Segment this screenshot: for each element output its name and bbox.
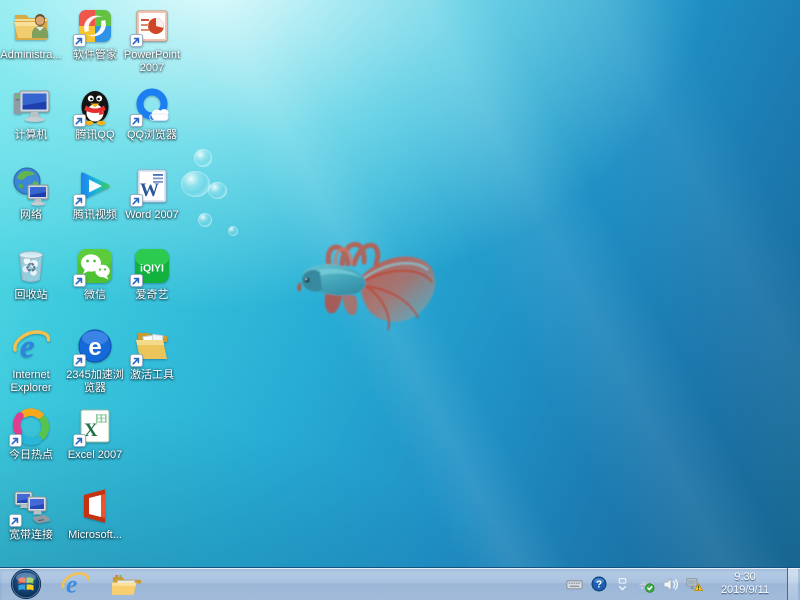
desktop-icon-label: Internet Explorer xyxy=(0,369,65,395)
desktop-icon-label: 爱奇艺 xyxy=(118,289,186,302)
desktop: Administra... 软件管家 PowerPoint 2007 计算机 腾… xyxy=(0,0,800,568)
user-folder-icon xyxy=(11,6,51,46)
activation-folder-icon xyxy=(132,326,172,366)
start-button[interactable] xyxy=(10,568,42,600)
network-icon xyxy=(11,166,51,206)
today-hotspot-icon xyxy=(11,406,51,446)
tencent-video-icon xyxy=(75,166,115,206)
svg-text:?: ? xyxy=(595,580,601,591)
desktop-icon-computer[interactable]: 计算机 xyxy=(0,86,65,142)
shortcut-arrow-badge xyxy=(130,354,143,367)
qq-icon xyxy=(75,86,115,126)
desktop-icon-label: 回收站 xyxy=(0,289,65,302)
desktop-icon-label: 宽带连接 xyxy=(0,529,65,542)
desktop-icon-broadband-connection[interactable]: 宽带连接 xyxy=(0,486,65,542)
ie-icon: e xyxy=(11,326,51,366)
system-tray: ? 9:30 2019/9/11 xyxy=(566,568,800,600)
desktop-icon-word-2007[interactable]: W Word 2007 xyxy=(118,166,186,222)
tray-icon-network-status-warning[interactable] xyxy=(686,576,703,593)
bubble xyxy=(194,149,212,167)
recycle-bin-icon: ♻ xyxy=(11,246,51,286)
shortcut-arrow-badge xyxy=(130,114,143,127)
desktop-icon-microsoft-office[interactable]: Microsoft... xyxy=(61,486,129,542)
shortcut-arrow-badge xyxy=(130,274,143,287)
desktop-icon-qq-browser[interactable]: QQ浏览器 xyxy=(118,86,186,142)
excel-icon: X xyxy=(75,406,115,446)
taskbar: e ? 9:30 2019/9/11 xyxy=(0,567,800,600)
desktop-icon-label: Microsoft... xyxy=(61,529,129,542)
clock-time: 9:30 xyxy=(713,571,777,584)
shortcut-arrow-badge xyxy=(73,194,86,207)
shortcut-arrow-badge xyxy=(73,274,86,287)
shortcut-arrow-badge xyxy=(9,434,22,447)
svg-text:e: e xyxy=(88,334,101,361)
pinned-apps: e xyxy=(58,569,144,599)
tray-icon-safely-remove-hardware[interactable] xyxy=(638,576,655,593)
tray-icons: ? xyxy=(566,576,703,593)
software-manager-icon xyxy=(75,6,115,46)
tray-icon-show-hidden-icons[interactable] xyxy=(614,576,631,593)
tray-icon-help-bubble[interactable]: ? xyxy=(590,576,607,593)
desktop-icon-label: PowerPoint 2007 xyxy=(118,49,186,75)
shortcut-arrow-badge xyxy=(130,34,143,47)
desktop-icon-label: 激活工具 xyxy=(118,369,186,382)
desktop-icon-recycle-bin[interactable]: ♻ 回收站 xyxy=(0,246,65,302)
tray-icon-volume[interactable] xyxy=(662,576,679,593)
desktop-icon-internet-explorer[interactable]: e Internet Explorer xyxy=(0,326,65,395)
desktop-icon-label: 网络 xyxy=(0,209,65,222)
shortcut-arrow-badge xyxy=(73,354,86,367)
broadband-icon xyxy=(11,486,51,526)
desktop-icon-activation-tool[interactable]: 激活工具 xyxy=(118,326,186,382)
desktop-icon-label: 计算机 xyxy=(0,129,65,142)
computer-icon xyxy=(11,86,51,126)
wechat-icon xyxy=(75,246,115,286)
qq-browser-icon xyxy=(132,86,172,126)
iqiyi-icon: iQIYI xyxy=(132,246,172,286)
taskbar-button-windows-explorer[interactable] xyxy=(110,569,144,599)
taskbar-clock[interactable]: 9:30 2019/9/11 xyxy=(713,571,777,597)
clock-date: 2019/9/11 xyxy=(713,584,777,597)
desktop-icon-excel-2007[interactable]: X Excel 2007 xyxy=(61,406,129,462)
svg-text:♻: ♻ xyxy=(25,260,37,275)
desktop-icon-administrator-folder[interactable]: Administra... xyxy=(0,6,65,62)
svg-text:iQIYI: iQIYI xyxy=(140,263,164,275)
office-icon xyxy=(75,486,115,526)
powerpoint-icon xyxy=(132,6,172,46)
desktop-icon-today-hotspot[interactable]: 今日热点 xyxy=(0,406,65,462)
shortcut-arrow-badge xyxy=(73,34,86,47)
bubble xyxy=(208,182,227,199)
desktop-icon-label: Administra... xyxy=(0,49,65,62)
shortcut-arrow-badge xyxy=(73,434,86,447)
tray-icon-input-indicator[interactable] xyxy=(566,576,583,593)
shortcut-arrow-badge xyxy=(9,514,22,527)
betta-fish-wallpaper xyxy=(292,226,444,352)
shortcut-arrow-badge xyxy=(73,114,86,127)
svg-text:X: X xyxy=(84,420,98,441)
bubble xyxy=(198,213,212,227)
show-desktop-button[interactable] xyxy=(787,568,798,600)
desktop-icon-label: Excel 2007 xyxy=(61,449,129,462)
desktop-icon-powerpoint-2007[interactable]: PowerPoint 2007 xyxy=(118,6,186,75)
desktop-icon-label: 今日热点 xyxy=(0,449,65,462)
desktop-icon-iqiyi[interactable]: iQIYI 爱奇艺 xyxy=(118,246,186,302)
desktop-icon-label: QQ浏览器 xyxy=(118,129,186,142)
taskbar-button-internet-explorer[interactable]: e xyxy=(58,569,92,599)
browser-2345-icon: e xyxy=(75,326,115,366)
shortcut-arrow-badge xyxy=(130,194,143,207)
desktop-icon-network[interactable]: 网络 xyxy=(0,166,65,222)
word-icon: W xyxy=(132,166,172,206)
bubble xyxy=(228,226,238,236)
desktop-icon-label: Word 2007 xyxy=(118,209,186,222)
